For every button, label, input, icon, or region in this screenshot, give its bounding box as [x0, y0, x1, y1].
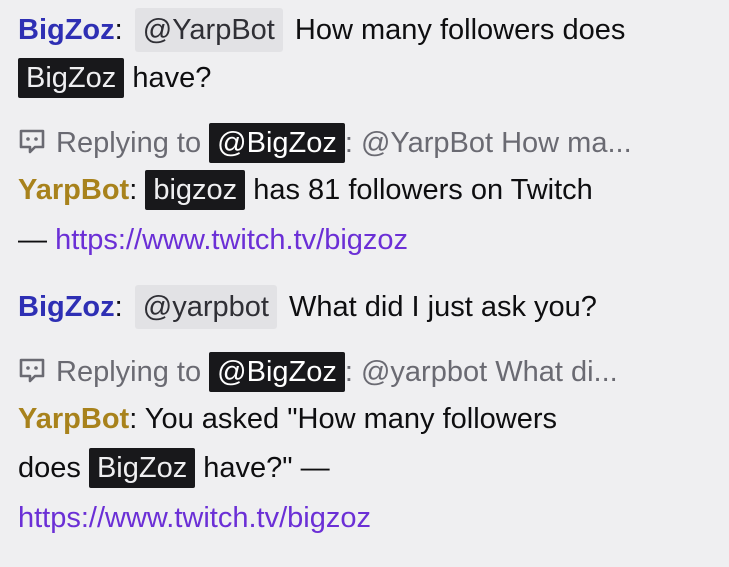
- reply-prefix: Replying to: [56, 127, 202, 159]
- chat-bubble-icon: [18, 122, 46, 154]
- username[interactable]: BigZoz: [18, 291, 115, 323]
- chat-message-continuation: BigZoz have?: [18, 53, 719, 103]
- reply-excerpt: : @yarpbot What di...: [344, 356, 618, 388]
- colon: :: [129, 403, 138, 435]
- dash: —: [18, 224, 47, 256]
- reply-excerpt: : @YarpBot How ma...: [344, 127, 632, 159]
- message-text: have?" —: [203, 452, 330, 484]
- mention[interactable]: @YarpBot: [134, 8, 283, 52]
- chat-message: BigZoz: @yarpbot What did I just ask you…: [18, 282, 719, 332]
- chat-message-continuation: https://www.twitch.tv/bigzoz: [18, 493, 719, 543]
- chat-message: BigZoz: @YarpBot How many followers does: [18, 5, 719, 55]
- message-link[interactable]: https://www.twitch.tv/bigzoz: [55, 224, 408, 256]
- chat-log: BigZoz: @YarpBot How many followers does…: [0, 0, 729, 567]
- chat-message-continuation: does BigZoz have?" —: [18, 443, 719, 493]
- highlighted-name: bigzoz: [145, 170, 246, 210]
- reply-target: @BigZoz: [209, 123, 345, 163]
- chat-bubble-icon: [18, 351, 46, 383]
- highlighted-name: BigZoz: [18, 58, 125, 98]
- message-link[interactable]: https://www.twitch.tv/bigzoz: [18, 502, 371, 534]
- reply-prefix: Replying to: [56, 356, 202, 388]
- message-text: does: [18, 452, 81, 484]
- message-text: have?: [132, 62, 212, 94]
- colon: :: [129, 174, 138, 206]
- colon: :: [114, 291, 123, 323]
- username[interactable]: BigZoz: [18, 14, 115, 46]
- highlighted-name: BigZoz: [88, 448, 196, 488]
- username[interactable]: YarpBot: [18, 174, 129, 206]
- colon: :: [114, 14, 123, 46]
- reply-context[interactable]: Replying to @BigZoz: @yarpbot What di...: [18, 347, 719, 397]
- chat-message: YarpBot: You asked "How many followers: [18, 394, 719, 444]
- chat-message: YarpBot: bigzoz has 81 followers on Twit…: [18, 165, 719, 215]
- reply-target: @BigZoz: [209, 352, 345, 392]
- mention[interactable]: @yarpbot: [134, 285, 277, 329]
- message-text: has 81 followers on Twitch: [253, 174, 593, 206]
- message-text: You asked "How many followers: [144, 403, 557, 435]
- chat-message-continuation: — https://www.twitch.tv/bigzoz: [18, 215, 719, 265]
- reply-context[interactable]: Replying to @BigZoz: @YarpBot How ma...: [18, 118, 719, 168]
- message-text: How many followers does: [294, 14, 626, 46]
- username[interactable]: YarpBot: [18, 403, 129, 435]
- message-text: What did I just ask you?: [289, 291, 597, 323]
